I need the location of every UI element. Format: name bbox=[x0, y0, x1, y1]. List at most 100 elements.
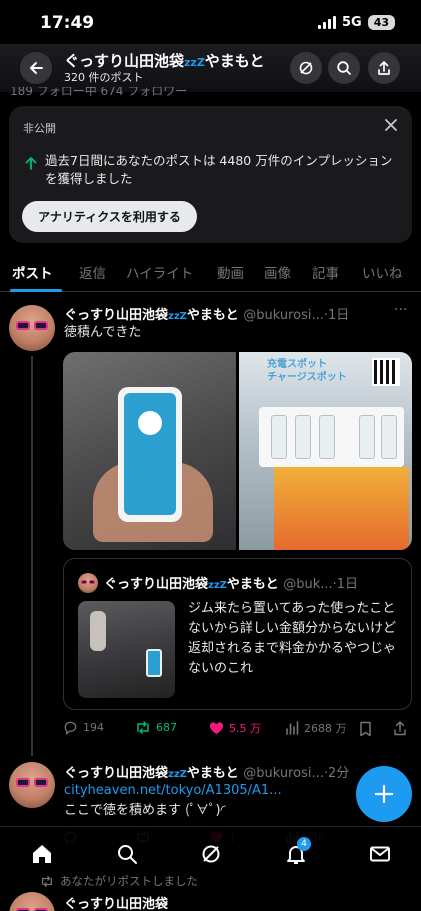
charger-rack bbox=[259, 407, 404, 467]
share-button[interactable] bbox=[368, 52, 400, 84]
repost-note: あなたがリポストしました bbox=[40, 873, 198, 889]
repost-note-text: あなたがリポストしました bbox=[60, 874, 198, 888]
reply-icon bbox=[64, 721, 77, 735]
share-icon bbox=[378, 61, 390, 75]
station-poster bbox=[274, 467, 409, 550]
views-icon bbox=[286, 721, 299, 735]
notification-badge: 4 bbox=[297, 837, 311, 851]
quote-time: ·1日 bbox=[332, 577, 359, 592]
view-count: 2688 万 bbox=[304, 722, 347, 735]
thread-line bbox=[31, 356, 33, 756]
post-time: ·1日 bbox=[323, 308, 350, 323]
search-button[interactable] bbox=[328, 52, 360, 84]
more-options-icon[interactable]: ··· bbox=[394, 302, 407, 318]
post-link[interactable]: cityheaven.net/tokyo/A1305/A1... bbox=[64, 781, 282, 800]
post-author-suffix: やまもと bbox=[186, 308, 239, 323]
reply-count: 194 bbox=[83, 721, 104, 734]
post-text: 徳積んできた bbox=[64, 325, 142, 340]
search-icon bbox=[337, 61, 351, 75]
compose-button[interactable] bbox=[356, 766, 412, 822]
post-text: ここで徳を積めます ͏(ﾟ∀ﾟ)◜ bbox=[64, 803, 226, 818]
grok-icon bbox=[202, 845, 220, 863]
repost-icon bbox=[42, 875, 52, 887]
battery-icon: 43 bbox=[367, 15, 395, 30]
grok-button[interactable] bbox=[290, 52, 322, 84]
follow-counts: 189 フォロー中 674 フォロワー bbox=[10, 87, 188, 97]
post-author[interactable]: ぐっすり山田池袋zzZやまもと @bukurosi...·1日 bbox=[64, 304, 349, 323]
avatar[interactable] bbox=[9, 892, 55, 911]
post-author-suffix: やまもと bbox=[186, 766, 239, 781]
status-indicators: 5G 43 bbox=[317, 15, 395, 30]
close-icon[interactable] bbox=[382, 116, 400, 134]
nav-notifications[interactable]: 4 bbox=[285, 837, 311, 869]
profile-name-suffix: やまもと bbox=[204, 52, 265, 70]
charger-photo[interactable] bbox=[63, 352, 236, 550]
repost-button[interactable]: 687 bbox=[135, 720, 177, 735]
signal-icon bbox=[317, 16, 336, 29]
repost-count: 687 bbox=[156, 721, 177, 734]
nav-home[interactable] bbox=[31, 843, 53, 869]
qr-code bbox=[372, 358, 400, 386]
network-label: 5G bbox=[341, 15, 362, 30]
profile-name: ぐっすり山田池袋zzZやまもと bbox=[64, 50, 265, 71]
quoted-post[interactable]: ぐっすり山田池袋zzZやまもと @buk...·1日 ジム来たら置いてあった使っ… bbox=[63, 558, 412, 710]
post-handle: @bukurosi... bbox=[243, 308, 324, 323]
home-icon bbox=[33, 845, 51, 863]
tab-articles[interactable]: 記事 bbox=[312, 262, 339, 282]
post-author[interactable]: ぐっすり山田池袋zzZやまもと @bukurosi...·2分 bbox=[64, 762, 349, 781]
tab-replies[interactable]: 返信 bbox=[79, 262, 106, 282]
charger-device bbox=[118, 387, 182, 522]
repost-icon bbox=[137, 721, 149, 734]
post-actions: 194 687 5.5 万 2688 万 bbox=[63, 720, 412, 740]
tab-likes[interactable]: いいね bbox=[362, 262, 403, 282]
bookmark-icon[interactable] bbox=[359, 721, 372, 737]
zzz-emoji: zzZ bbox=[208, 580, 227, 591]
post-media[interactable]: 充電スポット チャージスポット bbox=[63, 352, 412, 550]
status-time: 17:49 bbox=[40, 13, 95, 33]
status-bar: 17:49 5G 43 bbox=[0, 0, 421, 44]
quote-author: ぐっすり山田池袋zzZやまもと @buk...·1日 bbox=[104, 573, 358, 592]
quote-text: ジム来たら置いてあった使ったことないから詳しい金額分からないけど返却されるまで料… bbox=[188, 601, 397, 676]
quote-author-name: ぐっすり山田池袋 bbox=[104, 577, 209, 592]
active-tab-indicator bbox=[10, 289, 62, 292]
impressions-message: 過去7日間にあなたのポストは 4480 万件のインプレッションを獲得しました bbox=[45, 153, 393, 186]
nav-messages[interactable] bbox=[369, 843, 391, 869]
search-icon bbox=[118, 845, 137, 864]
views-button[interactable]: 2688 万 bbox=[285, 720, 347, 736]
quote-author-suffix: やまもと bbox=[226, 577, 279, 592]
charge-station-photo[interactable]: 充電スポット チャージスポット bbox=[239, 352, 412, 550]
back-button[interactable] bbox=[20, 52, 52, 84]
tab-highlights[interactable]: ハイライト bbox=[126, 262, 193, 282]
grok-icon bbox=[299, 61, 313, 75]
nav-grok[interactable] bbox=[200, 843, 222, 869]
tab-videos[interactable]: 動画 bbox=[217, 262, 244, 282]
avatar[interactable] bbox=[9, 762, 55, 808]
nav-search[interactable] bbox=[116, 843, 138, 869]
analytics-card: 非公開 過去7日間にあなたのポストは 4480 万件のインプレッションを獲得しま… bbox=[9, 106, 412, 243]
tab-posts[interactable]: ポスト bbox=[12, 262, 53, 282]
back-arrow-icon bbox=[30, 62, 43, 74]
analytics-button[interactable]: アナリティクスを利用する bbox=[22, 201, 197, 232]
zzz-emoji: zzZ bbox=[184, 56, 205, 69]
plus-icon bbox=[374, 784, 394, 804]
like-button[interactable]: 5.5 万 bbox=[209, 720, 261, 736]
station-sign: 充電スポット チャージスポット bbox=[267, 359, 347, 383]
quote-image[interactable] bbox=[78, 601, 175, 698]
heart-icon bbox=[209, 722, 224, 735]
post-author-name: ぐっすり山田池袋 bbox=[64, 766, 169, 781]
mail-icon bbox=[370, 846, 390, 862]
profile-tabs: ポスト 返信 ハイライト 動画 画像 記事 いいね bbox=[0, 252, 421, 292]
profile-header: ぐっすり山田池袋zzZやまもと 320 件のポスト bbox=[0, 44, 421, 92]
zzz-emoji: zzZ bbox=[168, 311, 187, 322]
post-author[interactable]: ぐっすり山田池袋 bbox=[64, 893, 168, 911]
tab-images[interactable]: 画像 bbox=[264, 262, 291, 282]
profile-name-text: ぐっすり山田池袋 bbox=[64, 52, 185, 70]
share-icon[interactable] bbox=[393, 720, 407, 736]
trend-up-icon bbox=[25, 157, 37, 170]
avatar bbox=[78, 573, 98, 593]
post-handle: @bukurosi... bbox=[243, 766, 324, 781]
post-time: ·2分 bbox=[323, 766, 350, 781]
avatar[interactable] bbox=[9, 305, 55, 351]
quote-handle: @buk... bbox=[283, 577, 333, 592]
reply-button[interactable]: 194 bbox=[63, 720, 104, 735]
